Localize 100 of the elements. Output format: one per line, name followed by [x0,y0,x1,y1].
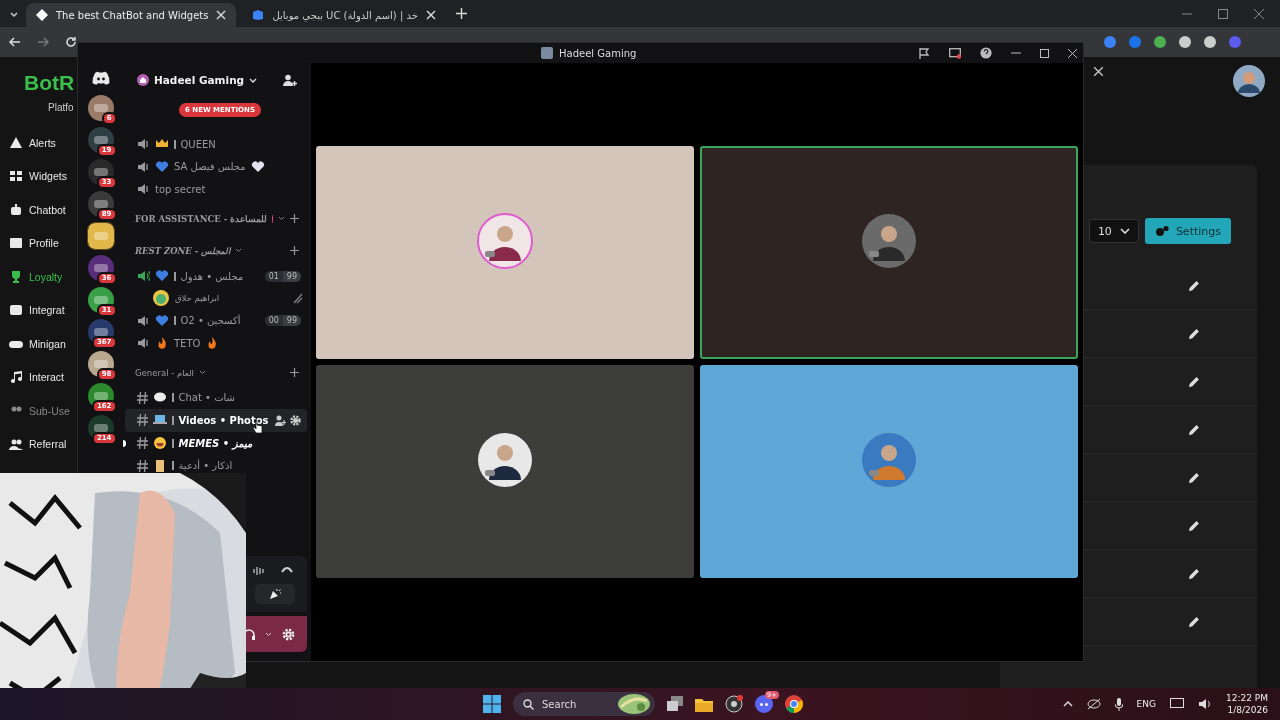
user-count: 00 99 [264,315,301,327]
sidebar-item[interactable]: Minigan [0,327,76,361]
server-icon[interactable] [87,351,114,377]
activity-button[interactable] [255,584,295,604]
channel-item[interactable]: اذكار • أدعية [125,454,307,477]
plus-icon[interactable] [290,368,299,378]
search-icon [523,698,534,710]
sidebar-item[interactable]: Widgets [0,159,76,193]
search-field[interactable]: Search [513,692,655,716]
eye-off-icon[interactable] [1086,698,1101,710]
close-icon[interactable] [1094,67,1103,76]
diamond-icon [36,9,48,21]
plus-icon[interactable] [290,214,299,224]
close-icon[interactable] [1068,48,1077,58]
folder-icon[interactable] [695,696,713,712]
heart-icon [155,159,169,174]
avatar [153,290,169,307]
pencil-icon[interactable] [1188,519,1200,532]
forward-icon[interactable] [37,36,49,48]
server-icon[interactable] [87,287,114,313]
discord-icon[interactable] [91,71,110,85]
chevron-down-icon[interactable] [265,631,272,637]
category-header[interactable]: REST ZONE - المجلس [135,245,231,256]
sidebar-item[interactable]: Sub-Use [0,394,76,428]
soundwave-icon[interactable] [253,566,265,576]
server-icon[interactable] [87,95,114,121]
server-icon[interactable] [87,191,114,217]
channel-item[interactable]: Chat • شات [125,386,307,410]
channel-item[interactable]: MEMES • ميمز [125,431,307,455]
screen-icon[interactable] [949,47,961,59]
category-header[interactable]: FOR ASSISTANCE - للمساعدة [135,213,268,224]
server-icon[interactable] [87,223,114,249]
channel-item[interactable]: top secret [125,178,307,201]
chevron-up-icon[interactable] [1062,701,1073,707]
server-icon[interactable] [87,255,114,281]
pencil-icon[interactable] [1188,327,1200,340]
add-user-icon[interactable] [275,414,286,426]
browser-tab[interactable]: ببجي موبايل UC (اسم الدولة) | خد [242,3,446,27]
task-view-icon[interactable] [667,696,683,712]
pencil-icon[interactable] [1188,567,1200,580]
sidebar-item[interactable]: Loyalty [0,260,76,294]
pencil-icon[interactable] [1188,375,1200,388]
server-header[interactable]: Hadeel Gaming [123,63,311,97]
server-icon[interactable] [87,159,114,185]
help-icon[interactable] [980,47,992,59]
maximize-icon[interactable] [1040,48,1049,58]
house-icon [137,74,149,86]
video-tile[interactable] [700,146,1078,359]
heart-icon [250,159,265,174]
category-header[interactable]: General - العام [135,367,194,378]
laughing-face-icon [153,436,167,451]
pencil-icon[interactable] [1188,471,1200,484]
sidebar-item[interactable]: Profile [0,226,76,260]
maximize-icon[interactable] [1218,8,1228,19]
flag-icon[interactable] [919,47,930,59]
chevron-down-icon [198,370,206,376]
site-logo[interactable]: BotR [24,71,74,98]
back-icon[interactable] [9,36,21,48]
video-tile[interactable] [316,365,694,578]
new-tab-icon[interactable] [455,8,467,19]
sidebar-item[interactable]: Referral [0,427,76,461]
voice-user-name: ابراهيم حلاق [175,293,220,304]
warning-icon [9,135,23,150]
pencil-icon[interactable] [1188,615,1200,628]
sidebar-item[interactable]: Alerts [0,126,76,160]
hang-up-icon[interactable] [281,566,293,573]
clock-date[interactable]: 1/8/2026 [1227,704,1268,716]
channel-item[interactable]: TETO [125,331,307,355]
microphone-icon[interactable] [1114,697,1123,711]
settings-button[interactable]: Settings [1144,218,1231,244]
channel-item[interactable]: مجلس فيصل SA [125,155,307,179]
reload-icon[interactable] [65,36,77,48]
pencil-icon[interactable] [1188,423,1200,436]
video-tile[interactable] [316,146,694,359]
record-icon[interactable] [725,695,743,713]
clock-time[interactable]: 12:22 PM [1226,692,1268,704]
user-count: 01 99 [264,270,301,282]
browser-tab[interactable]: The best ChatBot and Widgets [26,3,237,27]
sidebar-item[interactable]: Chatbot [0,193,76,227]
gears-icon [1154,225,1169,237]
discord-icon[interactable] [755,695,773,713]
windows-icon[interactable] [483,695,501,713]
server-icon[interactable] [87,127,114,153]
avatar[interactable] [1233,65,1265,97]
volume-icon[interactable] [1198,698,1212,710]
pencil-icon[interactable] [1188,279,1200,292]
add-user-icon[interactable] [283,73,297,87]
sidebar-item[interactable]: Interact [0,360,76,394]
monitor-icon[interactable] [1170,698,1184,710]
video-tile[interactable] [700,365,1078,578]
chrome-icon[interactable] [785,695,803,713]
plus-icon[interactable] [290,246,299,256]
chevron-down-icon [278,216,285,222]
language-indicator[interactable]: ENG [1136,699,1156,709]
page-size-select[interactable]: 10 [1088,219,1139,243]
sidebar-item[interactable]: Integrat [0,293,76,327]
channel-item[interactable]: QUEEN [125,133,307,156]
settings-icon[interactable] [290,414,301,426]
hashtag-icon [137,437,148,450]
channel-item[interactable]: Videos • Photos [125,409,307,432]
